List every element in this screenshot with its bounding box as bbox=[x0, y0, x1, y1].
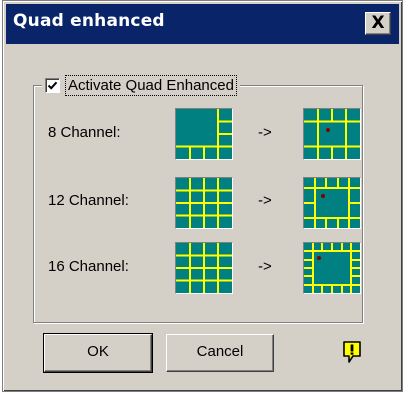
activate-quad-checkbox[interactable] bbox=[45, 77, 60, 93]
grid-layout-icon bbox=[176, 178, 232, 228]
layout-12-channel-enhanced bbox=[303, 177, 361, 229]
grid-layout-icon bbox=[176, 243, 232, 293]
grid-layout-icon bbox=[304, 109, 360, 159]
layout-12-channel-current bbox=[175, 177, 233, 229]
row-arrow-12-channel: -> bbox=[258, 192, 272, 209]
position-marker bbox=[321, 194, 325, 198]
row-label-16-channel: 16 Channel: bbox=[48, 258, 129, 275]
activate-quad-checkbox-row[interactable]: Activate Quad Enhanced bbox=[42, 74, 240, 96]
position-marker bbox=[326, 128, 330, 132]
grid-layout-icon bbox=[304, 178, 360, 228]
grid-layout-icon bbox=[176, 109, 232, 159]
window-title: Quad enhanced bbox=[13, 11, 165, 31]
layout-8-channel-enhanced bbox=[303, 108, 361, 160]
cancel-button[interactable]: Cancel bbox=[166, 334, 274, 372]
row-arrow-8-channel: -> bbox=[258, 124, 272, 141]
row-arrow-16-channel: -> bbox=[258, 258, 272, 275]
row-label-8-channel: 8 Channel: bbox=[48, 124, 121, 141]
layout-16-channel-enhanced bbox=[303, 242, 361, 294]
close-button[interactable]: X bbox=[365, 12, 391, 35]
ok-button[interactable]: OK bbox=[43, 333, 153, 373]
close-x-icon: X bbox=[371, 13, 385, 33]
layout-8-channel-current bbox=[175, 108, 233, 160]
position-marker bbox=[317, 256, 321, 260]
title-bar[interactable]: Quad enhanced X bbox=[6, 4, 399, 44]
grid-layout-icon bbox=[304, 243, 360, 293]
exclamation-icon[interactable] bbox=[342, 341, 362, 363]
activate-quad-label: Activate Quad Enhanced bbox=[65, 74, 237, 96]
layout-16-channel-current bbox=[175, 242, 233, 294]
row-label-12-channel: 12 Channel: bbox=[48, 192, 129, 209]
check-icon bbox=[47, 81, 58, 90]
